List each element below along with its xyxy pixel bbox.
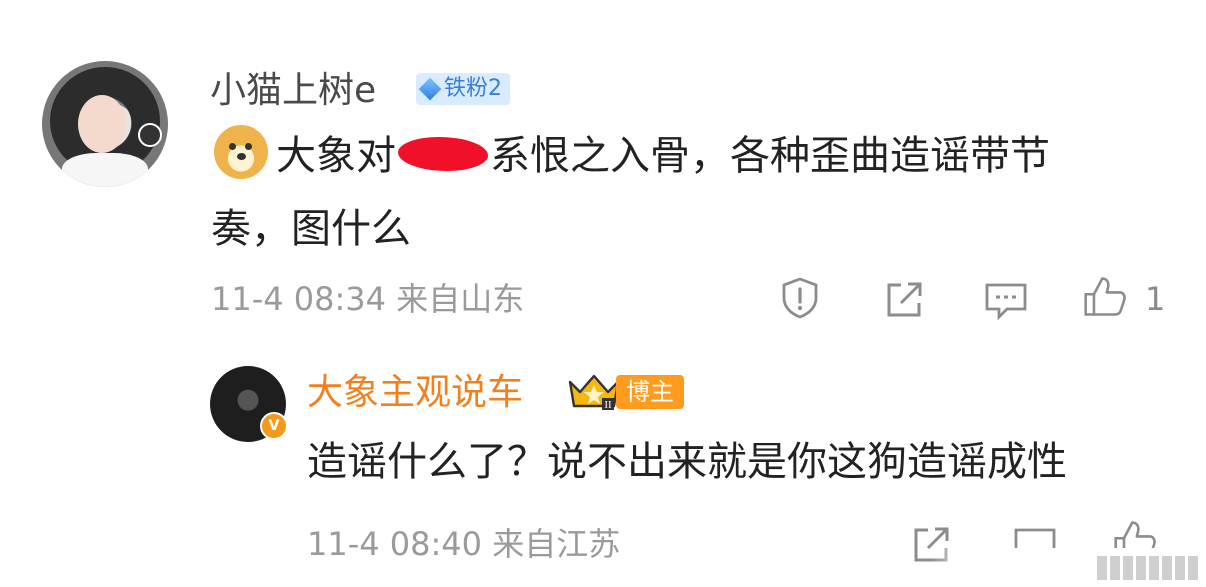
replier-username[interactable]: 大象主观说车 xyxy=(307,371,523,415)
fan-badge-label: 铁粉2 xyxy=(444,76,502,101)
diamond-icon xyxy=(418,77,442,101)
crown-level-label: II xyxy=(604,399,612,411)
avatar-status-icon xyxy=(138,123,162,147)
replier-avatar[interactable]: V xyxy=(210,366,288,442)
reply-text: 造谣什么了？说不出来就是你这狗造谣成性 xyxy=(307,439,1067,485)
comment-location: 来自山东 xyxy=(396,280,525,318)
comment-text-after-redaction: 系恨之入骨，各种歪曲造谣带节 xyxy=(490,133,1050,179)
reply-meta: 11-4 08:40 来自江苏 xyxy=(307,524,620,564)
comment-timestamp: 11-4 08:34 xyxy=(211,280,387,318)
like-icon[interactable] xyxy=(1082,274,1128,320)
commenter-username[interactable]: 小猫上树e xyxy=(210,69,376,113)
comment-text-before-redaction: 大象对 xyxy=(276,133,396,179)
crown-icon: II xyxy=(568,374,620,411)
comment-text-line1: 大象对 系恨之入骨，各种歪曲造谣带节 xyxy=(276,131,1050,181)
verified-icon: V xyxy=(260,412,288,440)
doge-emoji-icon xyxy=(214,125,268,179)
comment-meta: 11-4 08:34 来自山东 xyxy=(211,279,524,319)
redaction-mark xyxy=(398,137,488,171)
reply-location: 来自江苏 xyxy=(492,525,621,563)
report-icon[interactable] xyxy=(777,275,823,321)
comment-text-line2: 奏，图什么 xyxy=(211,206,411,252)
fan-badge[interactable]: 铁粉2 xyxy=(416,73,510,105)
blogger-badge: 博主 xyxy=(616,375,684,409)
commenter-avatar[interactable] xyxy=(42,61,168,187)
like-count: 1 xyxy=(1145,280,1166,318)
comment-icon[interactable] xyxy=(983,277,1029,323)
share-icon[interactable] xyxy=(881,277,927,323)
reply-timestamp: 11-4 08:40 xyxy=(307,525,483,563)
watermark xyxy=(930,548,1206,587)
